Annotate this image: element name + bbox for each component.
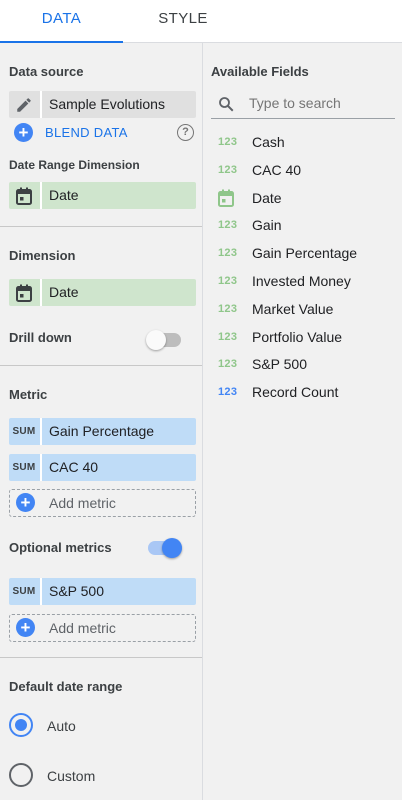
chip-separator bbox=[40, 418, 42, 445]
dimension-chip[interactable]: Date bbox=[9, 279, 196, 306]
chip-separator bbox=[40, 279, 42, 306]
add-metric-button[interactable]: + Add metric bbox=[9, 489, 196, 517]
field-name: Date bbox=[252, 189, 282, 206]
date-range-dimension-field: Date bbox=[49, 187, 79, 203]
add-metric-label: Add metric bbox=[49, 495, 116, 511]
dimension-field: Date bbox=[49, 284, 79, 300]
calendar-icon bbox=[9, 279, 39, 306]
field-name: Invested Money bbox=[252, 273, 351, 289]
field-name: Market Value bbox=[252, 300, 334, 317]
dimension-title: Dimension bbox=[9, 248, 76, 263]
radio-auto-label: Auto bbox=[47, 718, 76, 734]
add-optional-metric-button[interactable]: + Add metric bbox=[9, 614, 196, 642]
calendar-icon bbox=[9, 182, 39, 209]
data-source-chip[interactable]: Sample Evolutions bbox=[9, 91, 196, 118]
field-item[interactable]: 123 S&P 500 bbox=[203, 351, 402, 378]
tab-bar: DATA STYLE bbox=[0, 0, 402, 43]
data-source-name: Sample Evolutions bbox=[49, 96, 165, 112]
add-plus-icon: + bbox=[16, 493, 35, 512]
numeric-field-icon: 123 bbox=[218, 302, 238, 315]
field-item[interactable]: Date bbox=[203, 185, 402, 212]
metric-chip[interactable]: SUM Gain Percentage bbox=[9, 418, 196, 445]
add-metric-label: Add metric bbox=[49, 620, 116, 636]
help-icon[interactable]: ? bbox=[177, 124, 194, 141]
blend-data-plus-icon[interactable]: + bbox=[14, 123, 33, 142]
numeric-field-icon: 123 bbox=[218, 330, 238, 343]
field-item[interactable]: 123 Gain bbox=[203, 212, 402, 239]
optional-metric-chip[interactable]: SUM S&P 500 bbox=[9, 578, 196, 605]
field-item[interactable]: 123 Record Count bbox=[203, 379, 402, 406]
section-divider bbox=[0, 226, 202, 227]
sum-aggregation-icon[interactable]: SUM bbox=[12, 426, 35, 437]
section-divider bbox=[0, 365, 202, 366]
radio-auto[interactable] bbox=[9, 713, 33, 737]
metric-field: Gain Percentage bbox=[49, 423, 155, 439]
calendar-icon bbox=[218, 189, 234, 210]
field-name: Gain Percentage bbox=[252, 245, 358, 262]
chip-separator bbox=[40, 91, 42, 118]
radio-custom-label: Custom bbox=[47, 768, 96, 784]
chip-separator bbox=[40, 182, 42, 209]
toggle-knob bbox=[146, 330, 166, 350]
optional-metrics-toggle[interactable] bbox=[148, 538, 182, 558]
numeric-field-icon: 123 bbox=[218, 219, 238, 232]
numeric-field-icon: 123 bbox=[218, 275, 238, 287]
tab-data[interactable]: DATA bbox=[0, 0, 123, 43]
field-item[interactable]: 123 Cash bbox=[203, 129, 402, 156]
tab-style[interactable]: STYLE bbox=[123, 0, 243, 43]
metric-title: Metric bbox=[9, 387, 48, 402]
section-divider bbox=[0, 657, 202, 658]
field-item[interactable]: 123 CAC 40 bbox=[203, 157, 402, 184]
field-item[interactable]: 123 Market Value bbox=[203, 296, 402, 323]
blend-data-button[interactable]: BLEND DATA bbox=[45, 125, 128, 140]
numeric-field-icon: 123 bbox=[218, 358, 238, 371]
toggle-knob bbox=[162, 538, 182, 558]
default-date-range-title: Default date range bbox=[9, 679, 123, 694]
metric-field: CAC 40 bbox=[49, 459, 99, 475]
metric-chip[interactable]: SUM CAC 40 bbox=[9, 454, 196, 481]
chip-separator bbox=[40, 454, 42, 481]
sum-aggregation-icon[interactable]: SUM bbox=[12, 462, 35, 473]
field-name: Record Count bbox=[252, 384, 339, 401]
numeric-field-icon: 123 bbox=[218, 247, 238, 260]
search-icon bbox=[219, 97, 234, 112]
field-search[interactable] bbox=[211, 89, 395, 119]
add-plus-icon: + bbox=[16, 618, 35, 637]
date-range-dimension-title: Date Range Dimension bbox=[9, 158, 140, 172]
numeric-field-icon: 123 bbox=[218, 136, 238, 148]
field-name: Gain bbox=[252, 217, 282, 234]
numeric-field-icon: 123 bbox=[218, 386, 238, 399]
available-fields-title: Available Fields bbox=[211, 64, 309, 79]
field-item[interactable]: 123 Gain Percentage bbox=[203, 240, 402, 267]
edit-pencil-icon[interactable] bbox=[9, 91, 39, 118]
field-item[interactable]: 123 Invested Money bbox=[203, 268, 402, 295]
sum-aggregation-icon[interactable]: SUM bbox=[12, 586, 35, 597]
field-name: Cash bbox=[252, 134, 285, 150]
date-range-dimension-chip[interactable]: Date bbox=[9, 182, 196, 209]
search-input[interactable] bbox=[249, 91, 391, 115]
available-fields-panel: Available Fields 123 Cash 123 CAC 40 Date 123… bbox=[203, 43, 402, 800]
drill-down-label: Drill down bbox=[9, 330, 72, 345]
chip-separator bbox=[40, 578, 42, 605]
tab-data-label: DATA bbox=[41, 10, 82, 27]
field-name: Portfolio Value bbox=[252, 328, 343, 345]
field-name: S&P 500 bbox=[252, 356, 308, 373]
data-source-title: Data source bbox=[9, 64, 84, 79]
field-name: CAC 40 bbox=[252, 161, 302, 178]
optional-metric-field: S&P 500 bbox=[49, 583, 105, 599]
radio-custom[interactable] bbox=[9, 763, 33, 787]
field-item[interactable]: 123 Portfolio Value bbox=[203, 324, 402, 351]
data-config-panel: Data source Sample Evolutions + BLEND DA… bbox=[0, 43, 203, 800]
drill-down-toggle[interactable] bbox=[146, 330, 181, 350]
tab-style-label: STYLE bbox=[158, 10, 208, 27]
numeric-field-icon: 123 bbox=[218, 163, 238, 176]
optional-metrics-title: Optional metrics bbox=[9, 540, 112, 555]
